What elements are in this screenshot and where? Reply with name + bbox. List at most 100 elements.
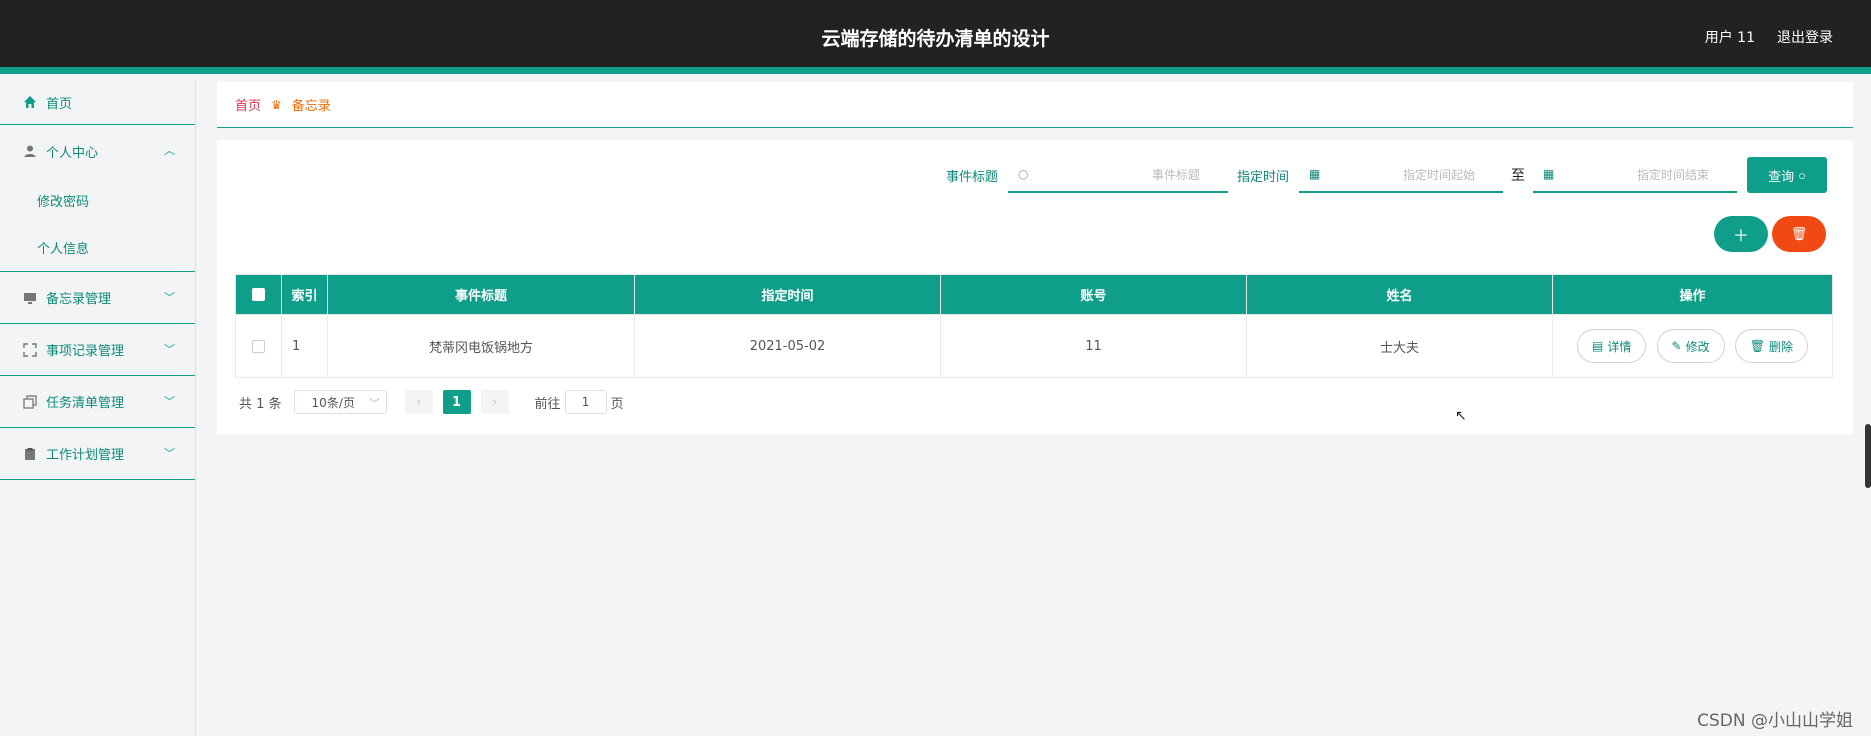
pencil-icon: ✎ [1671, 339, 1682, 353]
chevron-up-icon: ︿ [164, 144, 175, 157]
col-header: 事件标题 [327, 274, 635, 315]
user-label[interactable]: 用户 11 [1705, 27, 1755, 47]
detail-button[interactable]: ▤ 详情 [1577, 329, 1647, 363]
col-header: 账号 [940, 274, 1247, 315]
goto-prefix: 前往 [534, 396, 561, 412]
total-count: 共 1 条 [239, 396, 282, 412]
user-icon [22, 143, 38, 159]
col-header: 姓名 [1246, 274, 1553, 315]
content-panel: 事件标题 ○ 事件标题 指定时间 ▦ 指定时间起始 至 ▦ 指定时间结束 查询 … [217, 140, 1853, 434]
sidebar-item-event-manage[interactable]: 事项记录管理 ﹀ [0, 324, 195, 376]
breadcrumb-current: 备忘录 [291, 99, 331, 114]
sidebar-item-label: 个人中心 [46, 145, 99, 161]
table-header-row: 索引 事件标题 指定时间 账号 姓名 操作 [235, 274, 1833, 315]
pagination: 共 1 条 10条/页 ﹀ ‹ 1 › 前往 1 页 [239, 390, 624, 414]
copy-icon [22, 394, 38, 410]
batch-delete-button[interactable]: 🗑 [1772, 216, 1826, 252]
sidebar-item-personal-center[interactable]: 个人中心 ︿ [0, 125, 195, 177]
fullscreen-icon [22, 342, 38, 358]
cell-title: 梵蒂冈电饭锅地方 [327, 314, 635, 378]
page-size-value: 10条/页 [311, 395, 355, 410]
scrollbar-thumb[interactable] [1865, 424, 1871, 488]
search-icon: ○ [1017, 167, 1029, 181]
goto-page-input[interactable]: 1 [564, 390, 607, 414]
chevron-down-icon: ﹀ [369, 399, 380, 410]
plus-icon: ＋ [1732, 226, 1749, 245]
end-date-input[interactable]: ▦ 指定时间结束 [1533, 157, 1737, 193]
sidebar-item-label: 工作计划管理 [46, 448, 125, 463]
edit-label: 修改 [1685, 339, 1710, 354]
time-label: 指定时间 [1236, 169, 1289, 185]
page-number-current[interactable]: 1 [442, 390, 471, 414]
chevron-down-icon: ﹀ [164, 447, 175, 460]
sidebar-item-label: 备忘录管理 [46, 292, 112, 307]
row-select-cell[interactable] [235, 314, 282, 378]
main-content: 首页 ♛ 备忘录 事件标题 ○ 事件标题 指定时间 ▦ 指定时间起始 至 ▦ 指… [217, 82, 1853, 434]
calendar-icon: ▦ [1309, 167, 1321, 181]
user-area: 用户 11 退出登录 [1705, 27, 1833, 47]
col-header: 索引 [281, 274, 328, 315]
cell-account: 11 [940, 314, 1247, 378]
next-page-button[interactable]: › [480, 390, 509, 414]
search-icon: ○ [1798, 167, 1806, 183]
sidebar-item-change-password[interactable]: 修改密码 [0, 177, 195, 224]
document-icon: ▤ [1592, 339, 1604, 353]
sidebar-item-label: 任务清单管理 [46, 396, 125, 411]
sidebar-group-personal: 个人中心 ︿ 修改密码 个人信息 [0, 125, 195, 272]
detail-label: 详情 [1607, 339, 1632, 354]
cell-index: 1 [281, 314, 328, 378]
title-placeholder: 事件标题 [1151, 167, 1200, 182]
mouse-cursor-icon: ↖ [1455, 408, 1467, 424]
home-icon [22, 94, 38, 110]
top-header: 云端存储的待办清单的设计 用户 11 退出登录 [0, 0, 1871, 74]
watermark: CSDN @小山山学姐 [1697, 711, 1853, 731]
sidebar-item-memo-manage[interactable]: 备忘录管理 ﹀ [0, 272, 195, 324]
trash-icon: 🗑 [1790, 226, 1808, 242]
search-bar: 事件标题 ○ 事件标题 指定时间 ▦ 指定时间起始 至 ▦ 指定时间结束 查询 … [946, 157, 1827, 193]
sidebar-item-label: 首页 [46, 96, 73, 112]
cell-ops: ▤ 详情 ✎ 修改 🗑 删除 [1552, 314, 1833, 378]
trash-icon: 🗑 [1749, 339, 1765, 353]
page-size-select[interactable]: 10条/页 ﹀ [293, 390, 387, 414]
cell-time: 2021-05-02 [634, 314, 941, 378]
edit-button[interactable]: ✎ 修改 [1656, 329, 1725, 363]
sidebar-item-work-plan-manage[interactable]: 工作计划管理 ﹀ [0, 428, 195, 480]
breadcrumb-home[interactable]: 首页 [235, 95, 261, 114]
cell-name: 士大夫 [1246, 314, 1553, 378]
query-button[interactable]: 查询 ○ [1747, 157, 1827, 193]
goto-suffix: 页 [610, 396, 624, 412]
monitor-icon [22, 290, 38, 306]
table-row: 1 梵蒂冈电饭锅地方 2021-05-02 11 士大夫 ▤ 详情 ✎ 修改 🗑 删除 [235, 314, 1833, 378]
title-label: 事件标题 [945, 169, 998, 185]
chevron-down-icon: ﹀ [164, 291, 175, 304]
col-header: 指定时间 [634, 274, 941, 315]
chevron-right-icon: › [491, 394, 498, 410]
logout-link[interactable]: 退出登录 [1777, 27, 1833, 47]
chevron-down-icon: ﹀ [164, 395, 175, 408]
delete-button[interactable]: 🗑 删除 [1734, 329, 1808, 363]
select-all-checkbox[interactable] [252, 288, 265, 301]
calendar-icon: ▦ [1543, 167, 1555, 181]
sidebar-item-personal-info[interactable]: 个人信息 [0, 224, 195, 271]
breadcrumb: 首页 ♛ 备忘录 [217, 82, 1853, 128]
end-placeholder: 指定时间结束 [1636, 167, 1709, 182]
query-label: 查询 [1768, 168, 1795, 184]
action-buttons: ＋ 🗑 [1714, 216, 1826, 252]
chevron-left-icon: ‹ [415, 394, 422, 410]
sidebar-item-label: 事项记录管理 [46, 344, 125, 359]
col-header: 操作 [1552, 274, 1833, 315]
sidebar-item-task-manage[interactable]: 任务清单管理 ﹀ [0, 376, 195, 428]
select-all-cell[interactable] [235, 274, 282, 315]
memo-table: 索引 事件标题 指定时间 账号 姓名 操作 1 梵蒂冈电饭锅地方 2021-05… [235, 274, 1833, 378]
prev-page-button[interactable]: ‹ [404, 390, 433, 414]
title-search-input[interactable]: ○ 事件标题 [1007, 157, 1228, 193]
sidebar-item-home[interactable]: 首页 [0, 80, 195, 125]
start-date-input[interactable]: ▦ 指定时间起始 [1299, 157, 1503, 193]
row-checkbox[interactable] [252, 339, 265, 353]
range-separator: 至 [1511, 168, 1525, 184]
app-title: 云端存储的待办清单的设计 [821, 28, 1050, 50]
start-placeholder: 指定时间起始 [1402, 167, 1475, 182]
delete-label: 删除 [1768, 339, 1793, 354]
add-button[interactable]: ＋ [1714, 216, 1768, 252]
clipboard-icon [22, 446, 38, 462]
